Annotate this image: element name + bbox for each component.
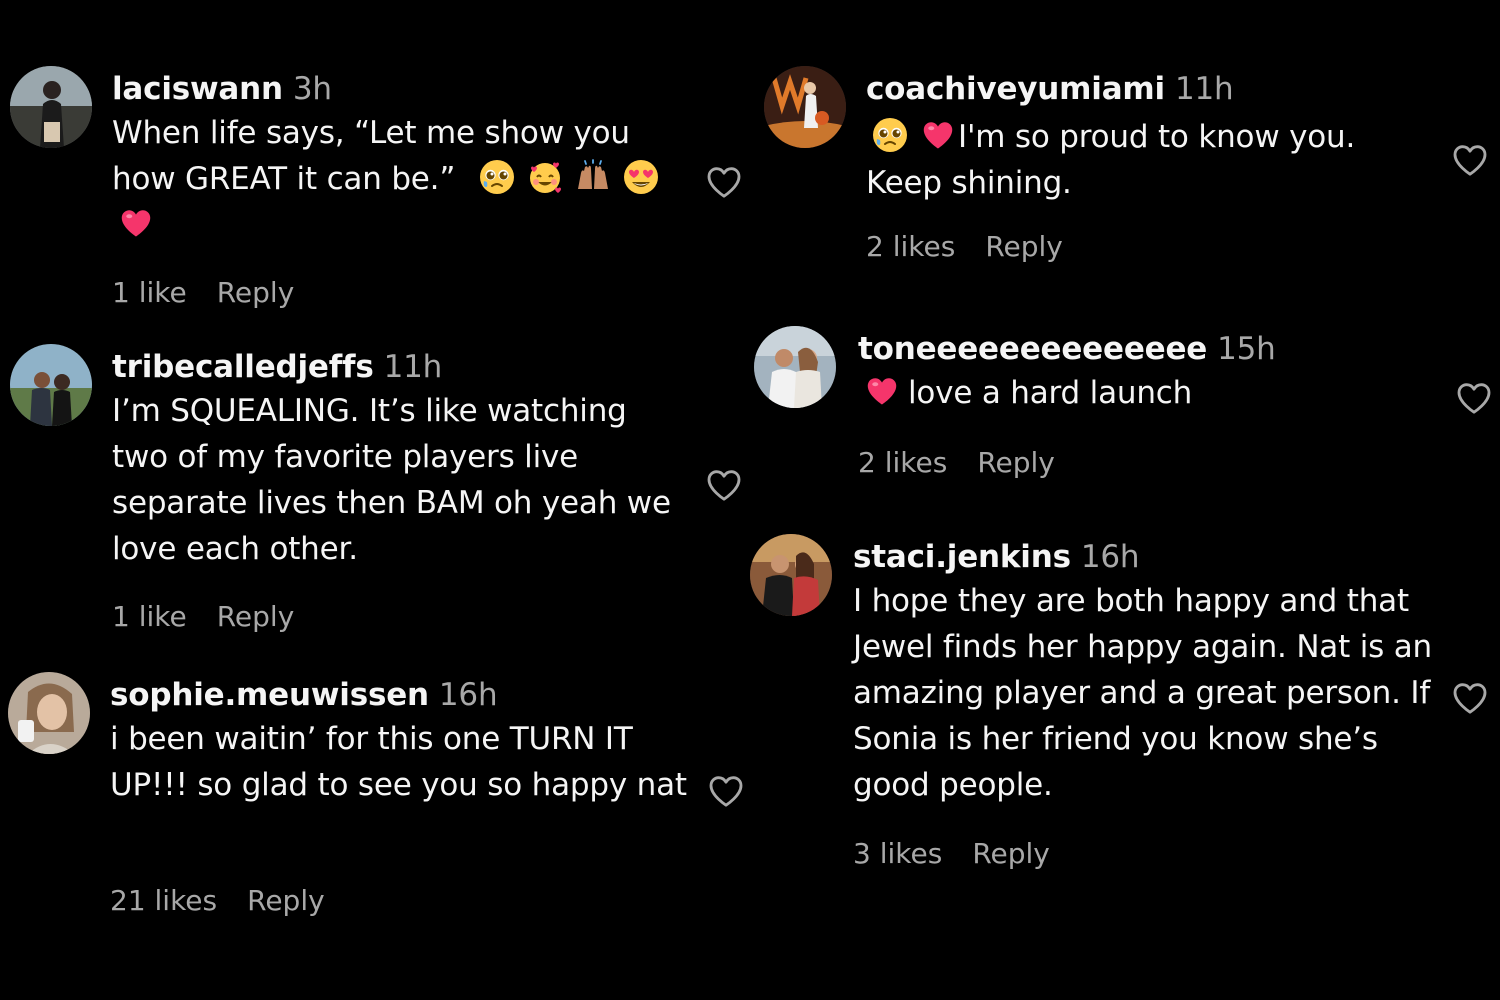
avatar[interactable] <box>754 326 836 408</box>
avatar[interactable] <box>10 66 92 148</box>
like-heart-icon[interactable] <box>706 771 746 811</box>
username[interactable]: staci.jenkins <box>853 539 1071 575</box>
timestamp: 16h <box>438 677 498 713</box>
like-heart-icon[interactable] <box>704 465 744 505</box>
username[interactable]: sophie.meuwissen <box>110 677 429 713</box>
comment-text: When life says, “Let me show you how GRE… <box>112 110 692 248</box>
heart-eyes-icon <box>623 159 659 195</box>
comment-text: I'm so proud to know you. Keep shining. <box>866 114 1426 206</box>
smiling-face-with-hearts-icon <box>527 159 563 195</box>
username[interactable]: laciswann <box>112 71 283 107</box>
timestamp: 15h <box>1217 331 1276 367</box>
comment-text: love a hard launch <box>858 370 1418 416</box>
avatar[interactable] <box>764 66 846 148</box>
comment-body: love a hard launch <box>908 374 1193 411</box>
pleading-face-icon <box>479 159 515 195</box>
like-count[interactable]: 1 like <box>112 600 187 633</box>
like-count[interactable]: 2 likes <box>866 230 955 263</box>
reply-button[interactable]: Reply <box>217 600 295 633</box>
like-count[interactable]: 3 likes <box>853 837 942 870</box>
avatar[interactable] <box>750 534 832 616</box>
pink-heart-icon <box>118 205 154 241</box>
comment-text: I’m SQUEALING. It’s like watching two of… <box>112 392 671 567</box>
pleading-face-icon <box>872 117 908 153</box>
like-count[interactable]: 2 likes <box>858 446 947 479</box>
comment-text: i been waitin’ for this one TURN IT UP!!… <box>110 720 687 803</box>
reply-button[interactable]: Reply <box>972 837 1050 870</box>
like-heart-icon[interactable] <box>1450 678 1490 718</box>
reply-button[interactable]: Reply <box>985 230 1063 263</box>
timestamp: 11h <box>383 349 443 385</box>
like-count[interactable]: 1 like <box>112 276 187 309</box>
like-heart-icon[interactable] <box>1454 378 1494 418</box>
reply-button[interactable]: Reply <box>247 884 325 917</box>
timestamp: 11h <box>1174 71 1234 107</box>
timestamp: 16h <box>1080 539 1140 575</box>
username[interactable]: toneeeeeeeeeeeeee <box>858 331 1207 367</box>
timestamp: 3h <box>292 71 332 107</box>
reply-button[interactable]: Reply <box>217 276 295 309</box>
username[interactable]: coachiveyumiami <box>866 71 1165 107</box>
pink-heart-icon <box>864 373 900 409</box>
comment-text: I hope they are both happy and that Jewe… <box>853 582 1432 803</box>
like-count[interactable]: 21 likes <box>110 884 217 917</box>
like-heart-icon[interactable] <box>1450 140 1490 180</box>
username[interactable]: tribecalledjeffs <box>112 349 374 385</box>
like-heart-icon[interactable] <box>704 162 744 202</box>
pink-heart-icon <box>920 117 956 153</box>
avatar[interactable] <box>10 344 92 426</box>
raising-hands-icon <box>575 159 611 195</box>
reply-button[interactable]: Reply <box>977 446 1055 479</box>
avatar[interactable] <box>8 672 90 754</box>
